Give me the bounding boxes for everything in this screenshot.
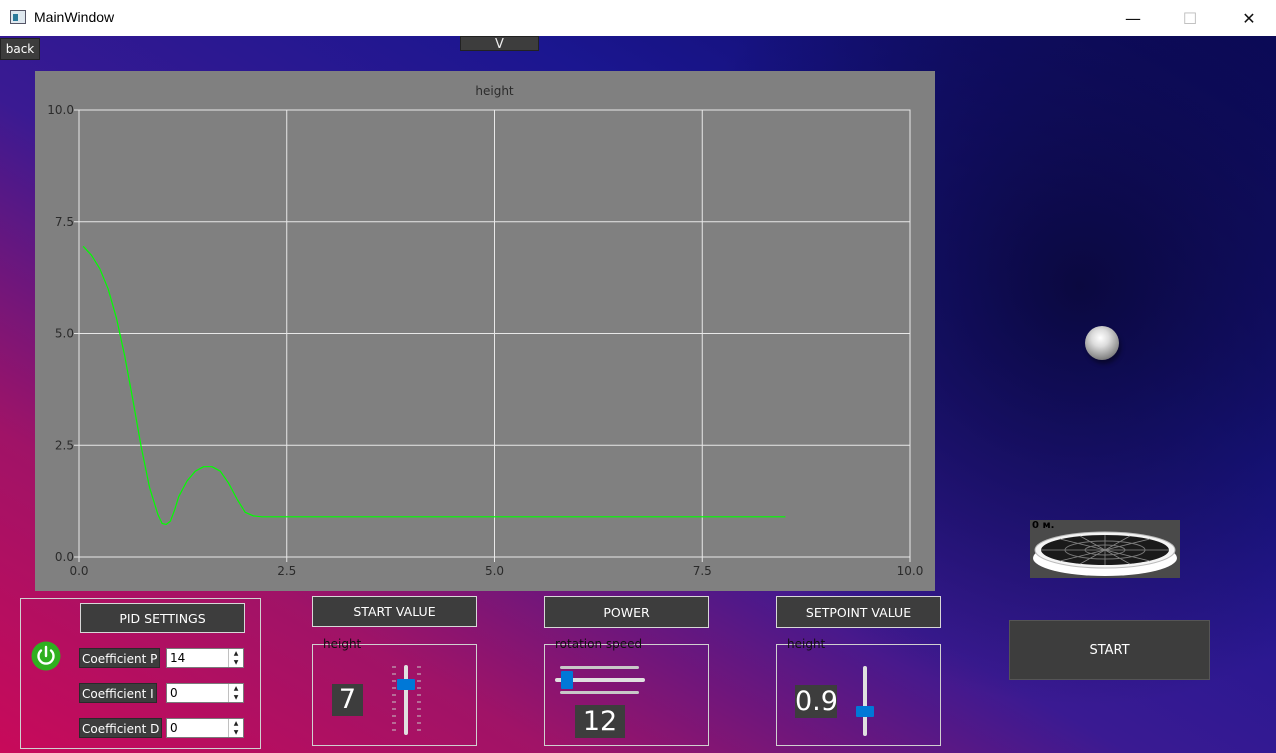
coefficient-i-arrows[interactable]: ▲ ▼ — [228, 684, 243, 702]
start-value-slider-ticks — [392, 666, 421, 731]
app-icon — [10, 10, 26, 24]
toggle-v-button[interactable]: V — [460, 36, 539, 52]
x-tick-label: 0.0 — [69, 564, 88, 578]
start-value-display: 7 — [332, 684, 363, 716]
coefficient-p-input[interactable] — [167, 649, 229, 667]
power-group: rotation speed — [544, 637, 709, 746]
y-tick-label: 7.5 — [55, 215, 74, 229]
x-tick-label: 2.5 — [277, 564, 296, 578]
x-tick-label: 10.0 — [897, 564, 924, 578]
setpoint-slider-handle[interactable] — [856, 706, 874, 718]
start-button[interactable]: START — [1009, 620, 1210, 680]
coefficient-p-label: Coefficient P — [79, 648, 161, 668]
setpoint-group-title: height — [787, 637, 826, 651]
x-tick-label: 5.0 — [485, 564, 504, 578]
setpoint-value-button[interactable]: SETPOINT VALUE — [776, 596, 941, 628]
fan-image: 0 м. — [1030, 520, 1180, 578]
back-button[interactable]: back — [0, 38, 40, 60]
fan-height-label: 0 м. — [1032, 520, 1055, 531]
ball — [1085, 326, 1119, 360]
height-series-line — [82, 245, 786, 525]
x-tick-label: 7.5 — [693, 564, 712, 578]
pid-settings-button[interactable]: PID SETTINGS — [80, 603, 245, 633]
y-tick-label: 5.0 — [55, 327, 74, 341]
power-button[interactable]: POWER — [544, 596, 709, 628]
y-tick-label: 10.0 — [47, 103, 74, 117]
title-bar: MainWindow — ☐ ✕ — [0, 0, 1276, 36]
start-value-button[interactable]: START VALUE — [312, 596, 477, 627]
maximize-button[interactable]: ☐ — [1167, 0, 1213, 36]
coefficient-d-arrows[interactable]: ▲ ▼ — [228, 719, 243, 737]
chart-title: height — [475, 84, 514, 98]
coefficient-i-spinbox[interactable]: ▲▼ — [166, 683, 244, 703]
minimize-button[interactable]: — — [1110, 0, 1156, 36]
start-value-slider-handle[interactable] — [397, 679, 415, 691]
power-slider-rail-top — [560, 666, 639, 669]
power-slider-rail-bottom — [560, 691, 639, 694]
coefficient-d-input[interactable] — [167, 719, 229, 737]
y-tick-label: 0.0 — [55, 550, 74, 564]
power-group-title: rotation speed — [555, 637, 643, 651]
power-slider-handle[interactable] — [561, 671, 574, 689]
setpoint-display: 0.9 — [795, 685, 838, 718]
coefficient-d-spinbox[interactable]: ▲▼ — [166, 718, 244, 738]
coefficient-p-arrows[interactable]: ▲ ▼ — [228, 649, 243, 667]
window-title: MainWindow — [34, 9, 115, 25]
coefficient-d-label: Coefficient D — [79, 718, 163, 738]
power-icon[interactable] — [31, 641, 61, 671]
start-value-group-title: height — [323, 637, 362, 651]
coefficient-i-input[interactable] — [167, 684, 229, 702]
height-chart: 0.0 2.5 5.0 7.5 10.0 0.0 2.5 5.0 7.5 10.0 height — [35, 71, 935, 591]
y-tick-label: 2.5 — [55, 438, 74, 452]
power-display: 12 — [575, 705, 625, 738]
coefficient-p-spinbox[interactable]: ▲▼ — [166, 648, 244, 668]
coefficient-i-label: Coefficient I — [79, 683, 157, 703]
setpoint-slider-track[interactable] — [863, 666, 867, 736]
chart-svg: 0.0 2.5 5.0 7.5 10.0 0.0 2.5 5.0 7.5 10.0 height — [47, 84, 924, 578]
close-button[interactable]: ✕ — [1226, 0, 1272, 36]
